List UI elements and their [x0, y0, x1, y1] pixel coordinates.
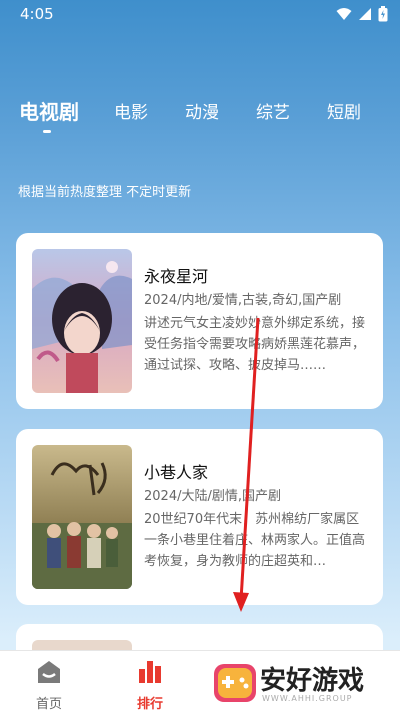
ranking-icon	[139, 661, 161, 683]
drama-card[interactable]: 小巷人家 2024/大陆/剧情,国产剧 20世纪70年代末，苏州棉纺厂家属区一条…	[16, 429, 383, 605]
battery-icon	[378, 6, 388, 22]
drama-meta: 2024/大陆/剧情,国产剧	[144, 489, 281, 504]
tab-anime[interactable]: 动漫	[185, 98, 219, 123]
drama-description: 20世纪70年代末，苏州棉纺厂家属区一条小巷里住着庄、林两家人。正值高考恢复，身…	[144, 512, 366, 569]
nav-home[interactable]: 首页	[19, 659, 79, 712]
nav-ranking[interactable]: 排行	[120, 659, 180, 712]
gamepad-logo-icon	[214, 664, 256, 702]
tab-movies[interactable]: 电影	[114, 98, 148, 123]
wifi-icon	[336, 8, 352, 20]
drama-title: 永夜星河	[144, 267, 209, 286]
drama-card[interactable]: 永夜星河 2024/内地/爱情,古装,奇幻,国产剧 讲述元气女主凌妙妙意外绑定系…	[16, 233, 383, 409]
nav-home-label: 首页	[35, 697, 62, 712]
watermark-text: 安好游戏	[260, 666, 365, 696]
watermark-logo: 安好游戏 WWW.AHHI.GROUP	[212, 660, 392, 708]
tab-variety[interactable]: 综艺	[256, 98, 290, 123]
drama-title: 小巷人家	[144, 463, 209, 482]
status-time: 4:05	[20, 5, 54, 23]
active-tab-indicator	[43, 130, 51, 133]
drama-meta: 2024/内地/爱情,古装,奇幻,国产剧	[144, 293, 342, 308]
tab-tv-series[interactable]: 电视剧	[19, 96, 79, 125]
category-tabs: 电视剧 电影 动漫 综艺 短剧	[0, 98, 400, 138]
poster-image	[32, 249, 132, 393]
tab-short-drama[interactable]: 短剧	[327, 98, 361, 123]
signal-icon	[359, 8, 371, 20]
drama-description: 讲述元气女主凌妙妙意外绑定系统，接受任务指令需要攻略病娇黑莲花慕声，通过试探、攻…	[144, 316, 366, 373]
poster-image	[32, 445, 132, 589]
nav-ranking-label: 排行	[136, 697, 163, 712]
status-icons	[336, 6, 388, 22]
status-bar: 4:05	[0, 0, 400, 28]
watermark-url: WWW.AHHI.GROUP	[262, 694, 353, 703]
home-icon	[38, 661, 60, 683]
ranking-subtitle: 根据当前热度整理 不定时更新	[18, 185, 192, 200]
